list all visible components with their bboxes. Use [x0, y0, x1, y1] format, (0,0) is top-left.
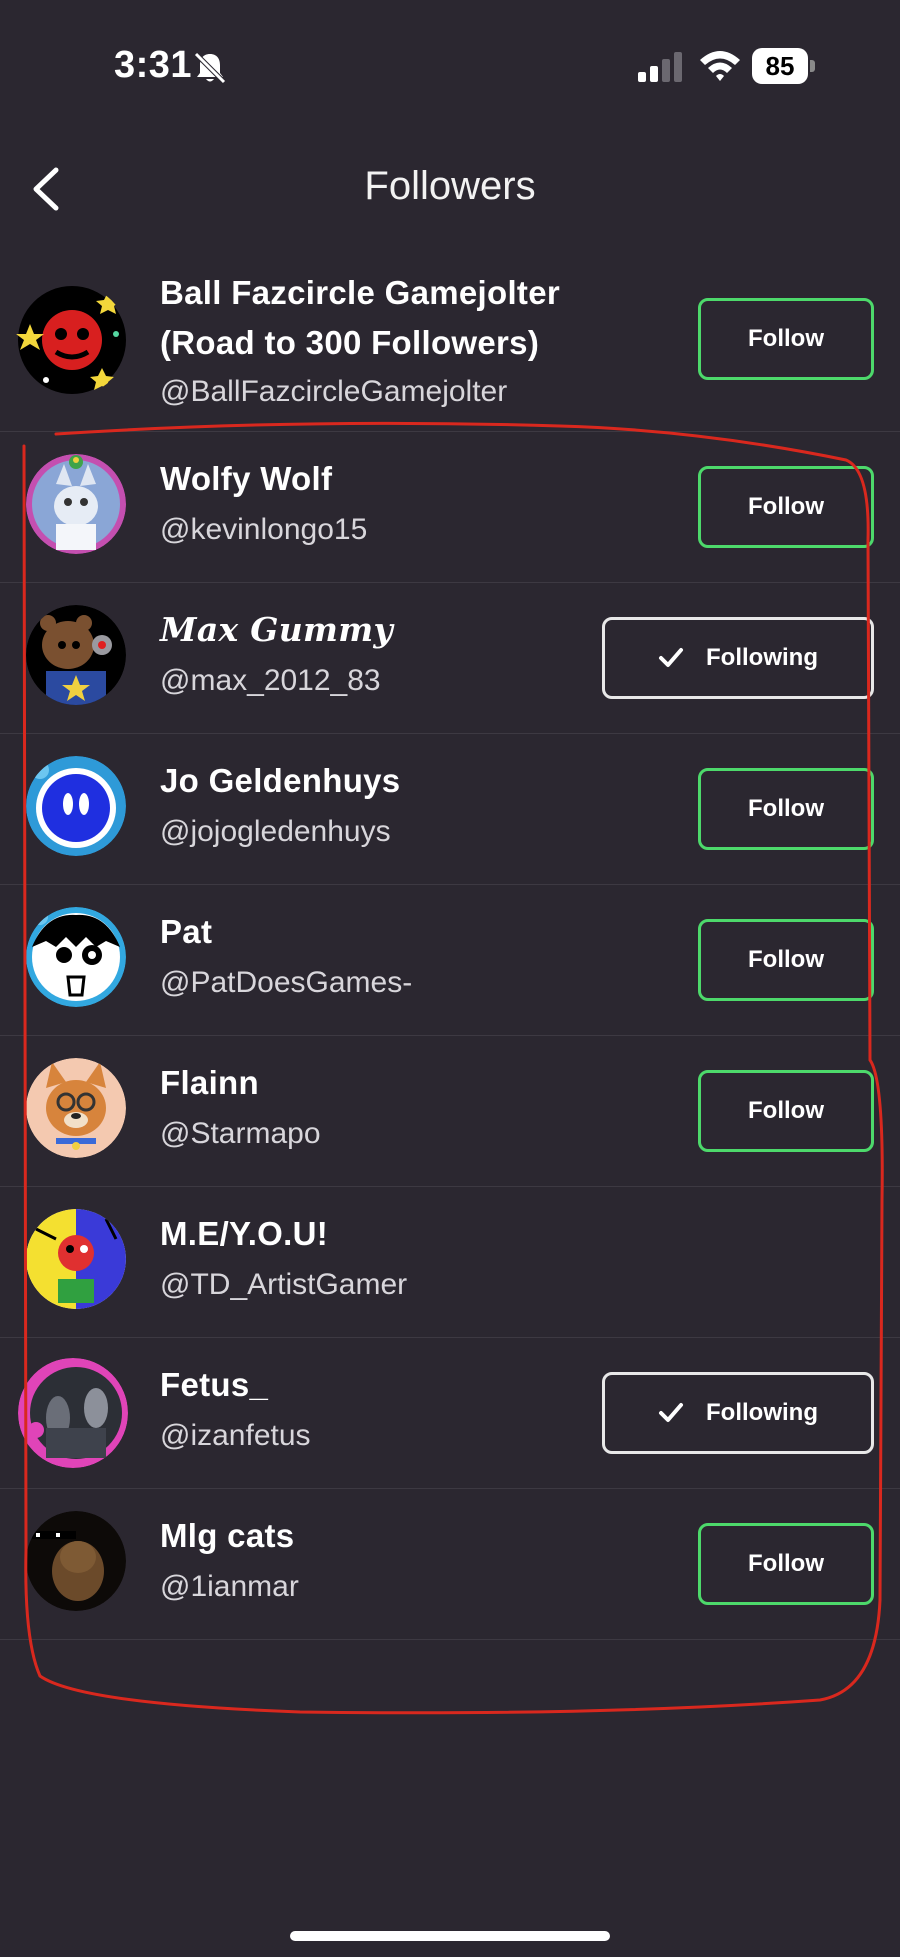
avatar[interactable]: [26, 907, 126, 1007]
avatar[interactable]: [26, 605, 126, 705]
follower-handle: @max_2012_83: [160, 664, 381, 697]
follower-row[interactable]: Flainn @Starmapo Follow: [0, 1036, 900, 1187]
follower-name[interactable]: Wolfy Wolf: [160, 454, 332, 504]
wifi-icon: [700, 51, 740, 81]
follow-button[interactable]: Follow: [698, 919, 874, 1001]
follower-handle: @BallFazcircleGamejolter: [160, 375, 508, 408]
following-button[interactable]: Following: [602, 1372, 874, 1454]
follow-button[interactable]: Follow: [698, 1523, 874, 1605]
battery-level: 85: [752, 48, 808, 84]
follower-name[interactable]: Max Gummy: [160, 605, 393, 655]
follower-name-line2[interactable]: (Road to 300 Followers): [160, 318, 539, 368]
battery-cap: [810, 60, 815, 72]
follower-name[interactable]: Flainn: [160, 1058, 259, 1108]
check-icon: [659, 648, 683, 667]
avatar[interactable]: [26, 454, 126, 554]
avatar[interactable]: [26, 1511, 126, 1611]
following-label: Following: [706, 644, 818, 671]
avatar[interactable]: [26, 1209, 126, 1309]
home-indicator[interactable]: [290, 1931, 610, 1941]
bell-slash-icon: [194, 52, 226, 84]
signal-icon: [638, 52, 682, 82]
follower-handle: @izanfetus: [160, 1419, 311, 1452]
avatar[interactable]: [18, 1358, 128, 1468]
avatar[interactable]: [16, 284, 128, 396]
follower-row[interactable]: Mlg cats @1ianmar Follow: [0, 1489, 900, 1640]
following-label: Following: [706, 1399, 818, 1426]
follower-row[interactable]: M.E/Y.O.U! @TD_ArtistGamer: [0, 1187, 900, 1338]
follower-handle: @kevinlongo15: [160, 513, 368, 546]
follower-name[interactable]: M.E/Y.O.U!: [160, 1209, 328, 1259]
followers-list: Ball Fazcircle Gamejolter (Road to 300 F…: [0, 272, 900, 1640]
follow-button[interactable]: Follow: [698, 466, 874, 548]
page-title: Followers: [364, 164, 536, 208]
status-bar: 3:31 85: [0, 0, 900, 130]
following-button[interactable]: Following: [602, 617, 874, 699]
follower-row[interactable]: Fetus_ @izanfetus Following: [0, 1338, 900, 1489]
status-time: 3:31: [114, 44, 193, 86]
follower-row[interactable]: Wolfy Wolf @kevinlongo15 Follow: [0, 432, 900, 583]
follower-row[interactable]: Pat @PatDoesGames- Follow: [0, 885, 900, 1036]
follow-button[interactable]: Follow: [698, 768, 874, 850]
follower-row[interactable]: Ball Fazcircle Gamejolter (Road to 300 F…: [0, 264, 900, 432]
follower-name[interactable]: Fetus_: [160, 1360, 268, 1410]
follower-name[interactable]: Ball Fazcircle Gamejolter: [160, 268, 560, 318]
follower-handle: @Starmapo: [160, 1117, 321, 1150]
check-icon: [659, 1403, 683, 1422]
follower-name[interactable]: Mlg cats: [160, 1511, 294, 1561]
follower-handle: @1ianmar: [160, 1570, 299, 1603]
follow-button[interactable]: Follow: [698, 298, 874, 380]
follower-handle: @TD_ArtistGamer: [160, 1268, 408, 1301]
avatar[interactable]: [26, 756, 126, 856]
follower-row[interactable]: Max Gummy @max_2012_83 Following: [0, 583, 900, 734]
follow-button[interactable]: Follow: [698, 1070, 874, 1152]
header: Followers: [0, 150, 900, 230]
follower-row[interactable]: Jo Geldenhuys @jojogledenhuys Follow: [0, 734, 900, 885]
follower-handle: @PatDoesGames-: [160, 966, 413, 999]
battery-icon: 85: [752, 48, 815, 84]
follower-name[interactable]: Pat: [160, 907, 212, 957]
avatar[interactable]: [26, 1058, 126, 1158]
follower-name[interactable]: Jo Geldenhuys: [160, 756, 400, 806]
follower-handle: @jojogledenhuys: [160, 815, 391, 848]
